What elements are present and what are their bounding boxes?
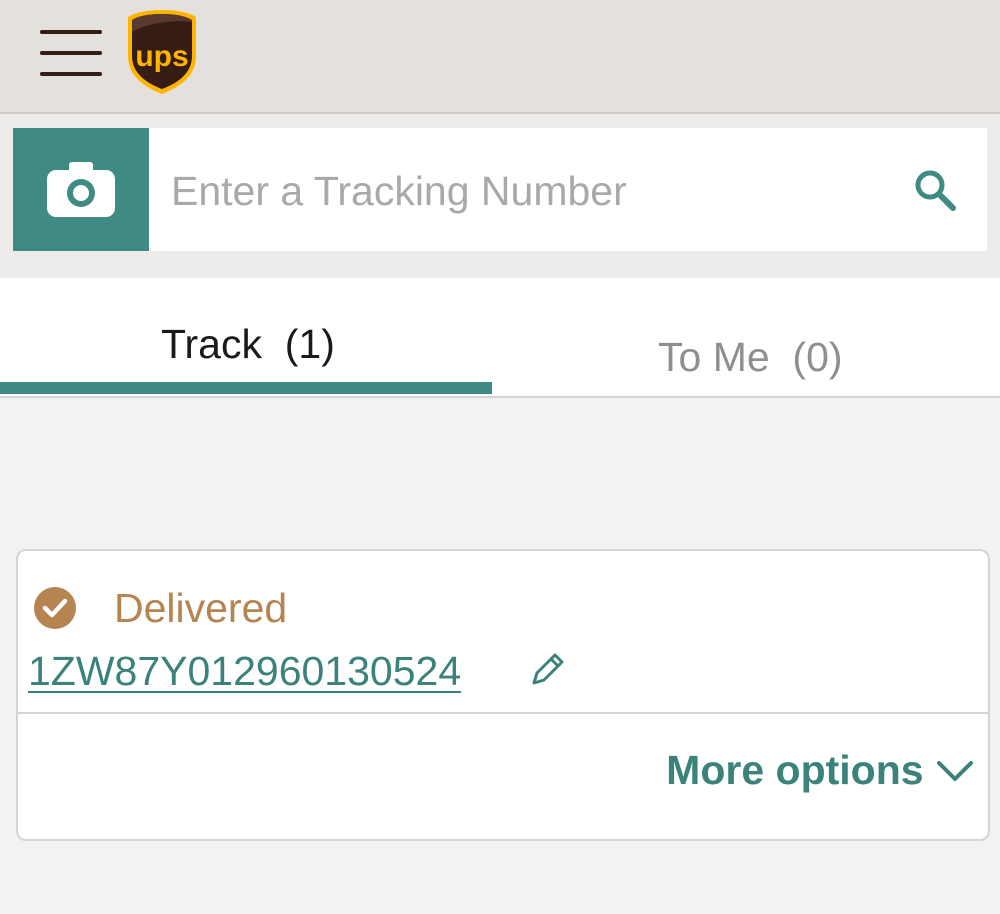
tab-track-label: Track (1)	[161, 321, 335, 367]
active-tab-indicator	[0, 382, 492, 394]
tracking-search-box	[149, 128, 987, 251]
tab-track[interactable]: Track (1)	[0, 278, 492, 396]
tracking-number-input[interactable]	[169, 162, 873, 220]
shipment-card: Delivered 1ZW87Y012960130524 More option…	[16, 549, 990, 841]
ups-logo: ups	[124, 8, 200, 96]
svg-text:ups: ups	[135, 40, 188, 73]
app-header: ups	[0, 0, 1000, 114]
chevron-down-icon	[937, 760, 973, 781]
tab-to-me-label: To Me (0)	[658, 334, 843, 380]
tracking-number-link[interactable]: 1ZW87Y012960130524	[28, 648, 461, 695]
search-icon[interactable]	[913, 168, 957, 212]
more-options-button[interactable]: More options	[666, 747, 974, 797]
camera-icon	[47, 162, 115, 217]
tab-bar: Track (1) To Me (0)	[0, 278, 1000, 398]
tab-to-me[interactable]: To Me (0)	[492, 278, 1000, 396]
more-options-label: More options	[666, 747, 924, 793]
scan-camera-button[interactable]	[13, 128, 149, 251]
check-circle-icon	[34, 587, 76, 629]
card-divider	[18, 712, 988, 714]
hamburger-menu-icon[interactable]	[40, 30, 104, 80]
status-label: Delivered	[114, 585, 288, 631]
pencil-icon[interactable]	[528, 649, 568, 689]
